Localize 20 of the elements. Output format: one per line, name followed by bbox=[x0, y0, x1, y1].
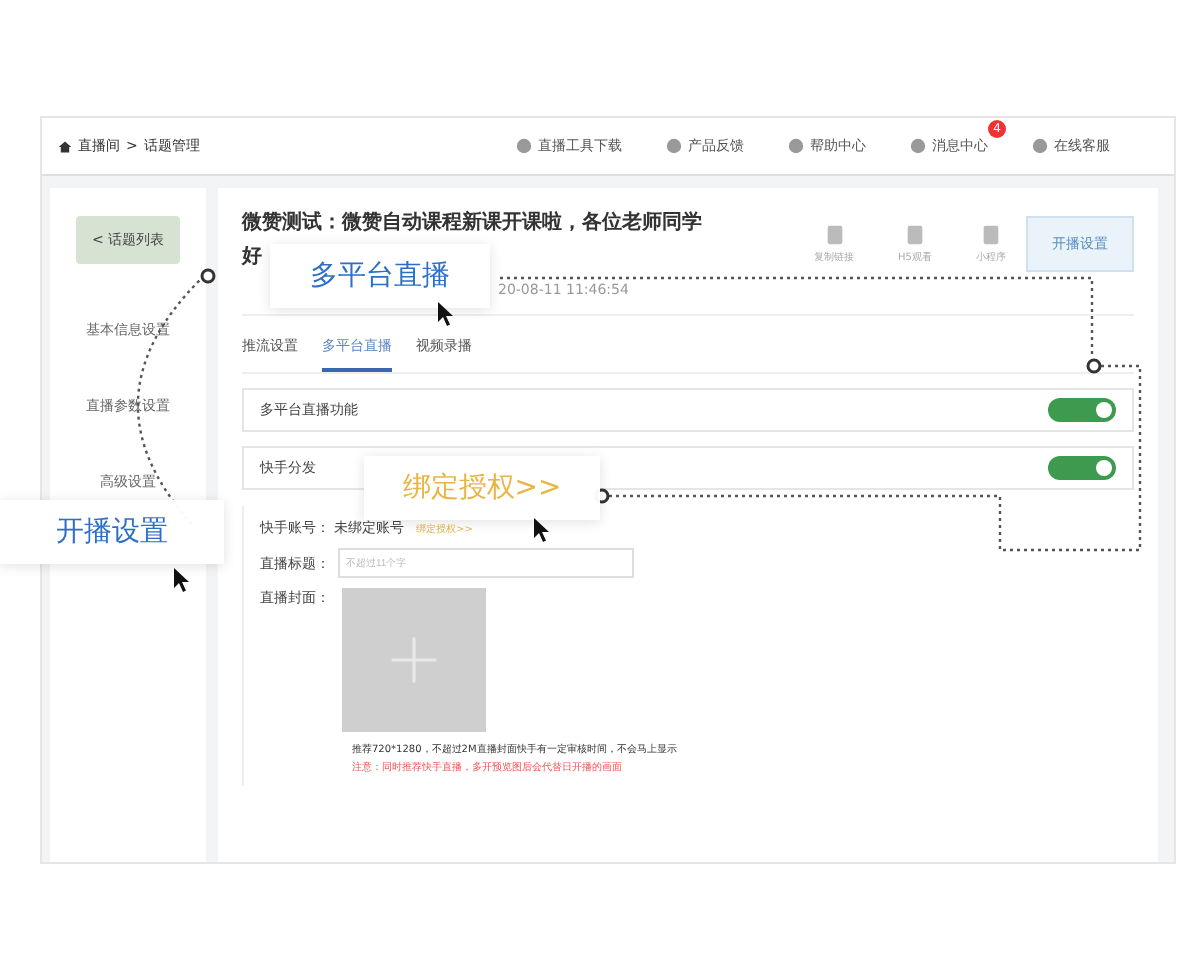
circle-icon bbox=[788, 138, 804, 154]
cover-upload-box[interactable] bbox=[342, 588, 486, 732]
mouse-cursor-icon bbox=[532, 516, 552, 544]
toggle-switch[interactable] bbox=[1048, 398, 1116, 422]
circle-icon bbox=[910, 138, 926, 154]
action-icon[interactable] bbox=[823, 224, 846, 246]
topic-title: 微赞测试：微赞自动课程新课开课啦，各位老师同学 bbox=[242, 208, 704, 236]
circle-icon bbox=[1032, 138, 1048, 154]
toggle-switch[interactable] bbox=[1048, 456, 1116, 480]
circle-icon bbox=[516, 138, 532, 154]
home-icon bbox=[58, 139, 72, 153]
topic-title-continued: 好 bbox=[242, 244, 264, 270]
circle-icon bbox=[666, 138, 682, 154]
callout-label: 绑定授权>> bbox=[364, 456, 600, 520]
mouse-cursor-icon bbox=[172, 566, 192, 594]
action-icon[interactable] bbox=[904, 224, 927, 246]
mouse-cursor-icon bbox=[436, 300, 456, 328]
callout-label: 开播设置 bbox=[0, 500, 224, 564]
callout-label: 多平台直播 bbox=[270, 244, 490, 308]
action-icon[interactable] bbox=[980, 224, 1002, 246]
